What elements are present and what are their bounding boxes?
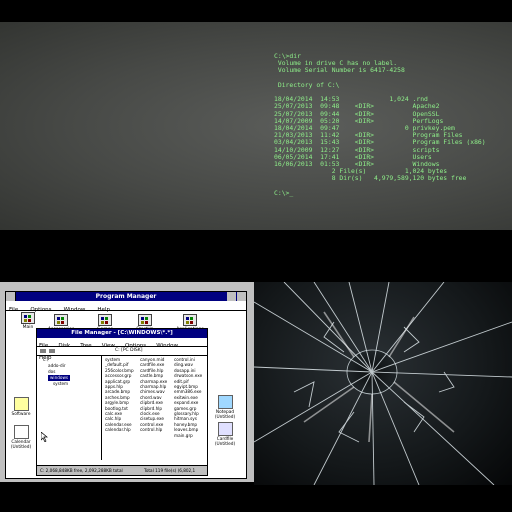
cardfile-icon bbox=[217, 422, 233, 436]
status-bar: C: 2,068,848KB free, 2,092,288KB total T… bbox=[37, 465, 207, 475]
calendar-icon bbox=[13, 425, 29, 439]
drive-bar: C: [PC DISK] bbox=[37, 347, 207, 356]
program-manager-title: Program Manager bbox=[95, 293, 157, 300]
file-list-item[interactable]: accessor.grp bbox=[105, 373, 134, 378]
desktop-icon-cardfile[interactable]: Cardfile (Untitled) bbox=[211, 422, 239, 447]
status-free-space: C: 2,068,848KB free, 2,092,288KB total bbox=[40, 468, 123, 473]
status-file-count: Total 119 file(s) (6,802,1 bbox=[144, 468, 196, 473]
program-manager-window: Program Manager File Options Window Help… bbox=[5, 291, 247, 479]
file-list-column-1: system _default.pif 256color.bmp accessor.g… bbox=[105, 357, 134, 433]
group-icon bbox=[183, 314, 197, 326]
file-list-item[interactable]: drwatson.exe bbox=[174, 373, 202, 378]
drive-label: C: [PC DISK] bbox=[115, 348, 143, 353]
minimize-icon[interactable] bbox=[227, 292, 236, 301]
maximize-icon[interactable] bbox=[237, 292, 246, 301]
file-list-column-2: canyon.mid cardfile.exe cardfile.hlp castle… bbox=[140, 357, 167, 433]
menu-window[interactable]: Window bbox=[64, 307, 86, 313]
directory-tree: c:\ addo-dir dos windows system bbox=[39, 357, 99, 457]
file-list-column-3: control.ini ding.wav dosapp.ini drwatson.ex… bbox=[174, 357, 202, 438]
windows31-panel: Program Manager File Options Window Help… bbox=[0, 282, 254, 482]
group-icon bbox=[138, 314, 152, 326]
notepad-icon bbox=[217, 395, 233, 409]
terminal-line: Directory of C:\ bbox=[274, 80, 340, 89]
group-icon bbox=[21, 312, 35, 324]
software-icon bbox=[13, 397, 29, 411]
file-list-item[interactable]: leaves.bmp bbox=[174, 427, 202, 432]
control-menu-icon[interactable] bbox=[6, 292, 16, 301]
file-list-item[interactable]: control.hlp bbox=[140, 427, 167, 432]
program-manager-titlebar: Program Manager bbox=[6, 292, 246, 301]
desktop-icon-calendar[interactable]: Calendar (Untitled) bbox=[7, 425, 35, 450]
file-list-item[interactable]: expand.exe bbox=[174, 400, 202, 405]
drive-c-icon[interactable] bbox=[49, 349, 55, 353]
group-icon bbox=[54, 314, 68, 326]
group-icon bbox=[98, 314, 112, 326]
terminal-line: C:\>_ bbox=[274, 188, 294, 197]
mouse-pointer-icon bbox=[41, 432, 48, 442]
menu-help[interactable]: Help bbox=[97, 307, 110, 313]
glass-cracks-graphic bbox=[253, 281, 512, 486]
drive-a-icon[interactable] bbox=[40, 349, 46, 353]
desktop-icon-software[interactable]: Software bbox=[7, 397, 35, 417]
terminal-panel: C:\>dir Volume in drive C has no label. … bbox=[0, 22, 512, 230]
terminal-line: Volume Serial Number is 6417-4258 bbox=[274, 66, 405, 75]
file-list-item[interactable]: calendar.hlp bbox=[105, 427, 134, 432]
program-manager-menubar: File Options Window Help bbox=[6, 301, 246, 313]
file-manager-menubar: File Disk Tree View Options Window Help bbox=[37, 338, 207, 361]
file-list-item[interactable]: main.grp bbox=[174, 433, 202, 438]
terminal-line: 8 Dir(s) 4,979,589,120 bytes free bbox=[274, 174, 467, 183]
cracked-glass-image bbox=[253, 281, 512, 486]
desktop-icon-notepad[interactable]: Notepad (Untitled) bbox=[211, 395, 239, 420]
file-manager-window: File Manager - [C:\WINDOWS\*.*] File Dis… bbox=[36, 328, 208, 476]
pane-divider[interactable] bbox=[101, 356, 102, 460]
file-list-item[interactable]: castle.bmp bbox=[140, 373, 167, 378]
terminal-output: C:\>dir Volume in drive C has no label. … bbox=[274, 52, 486, 197]
tree-item-system[interactable]: system bbox=[39, 381, 99, 387]
